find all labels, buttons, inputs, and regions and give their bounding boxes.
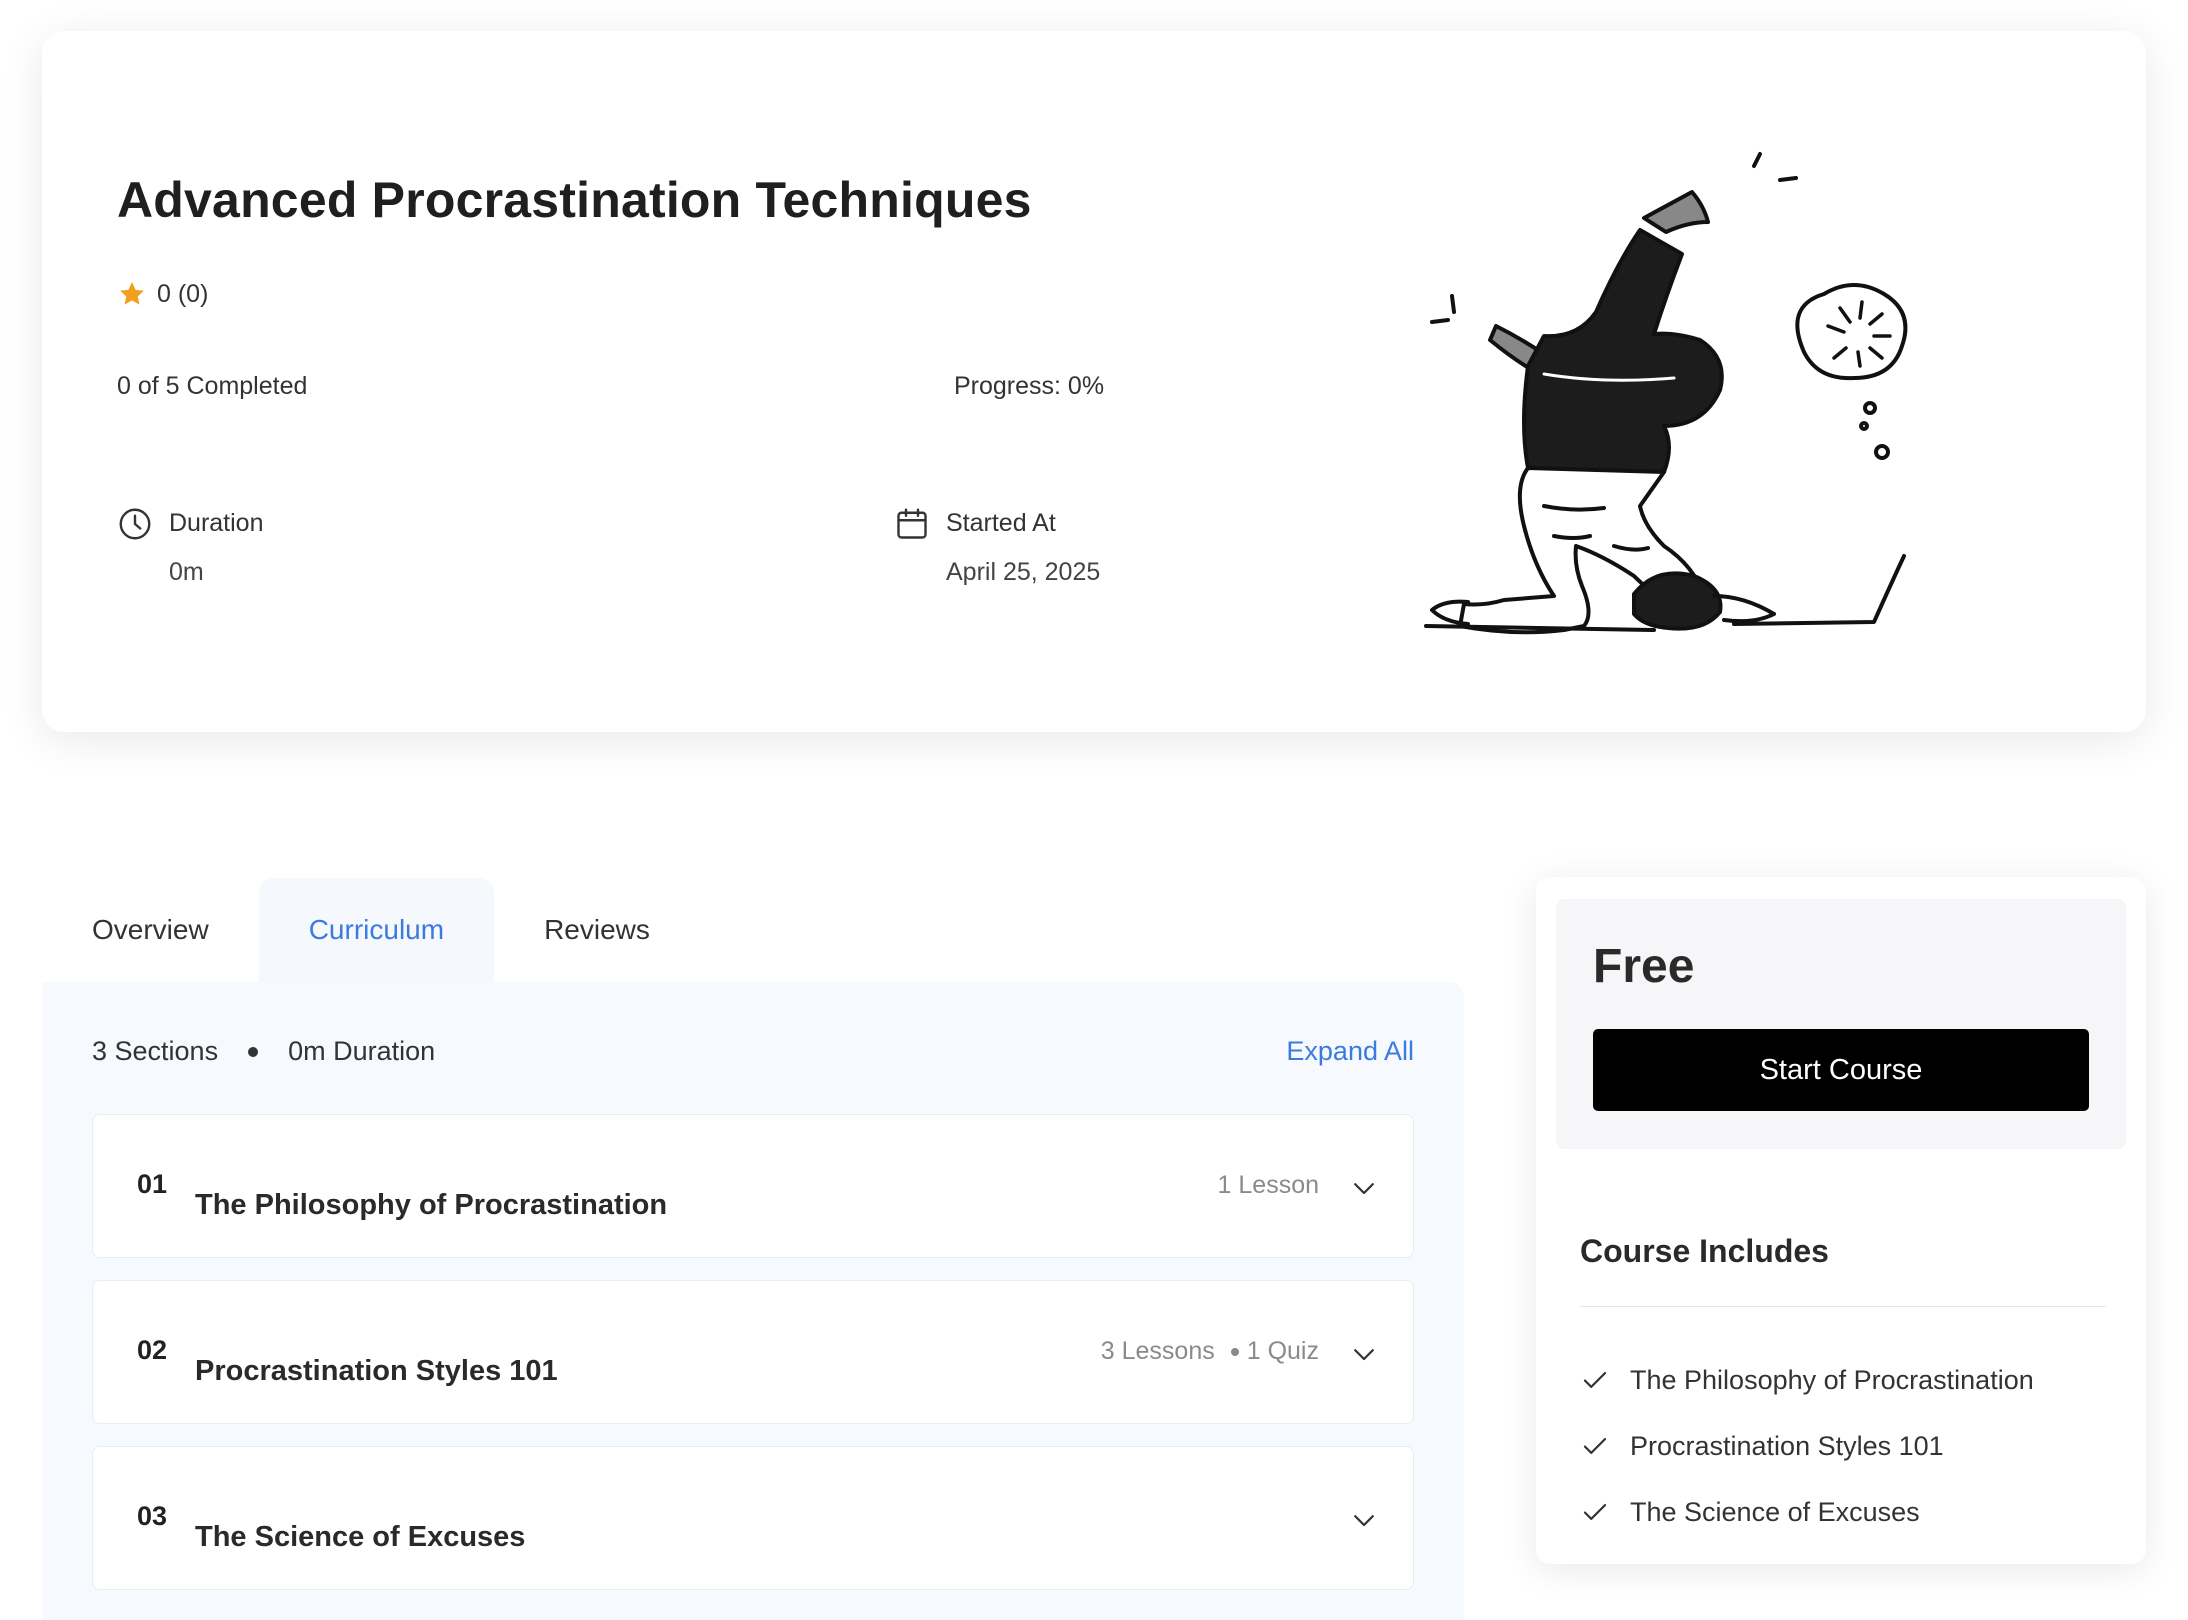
tab-curriculum[interactable]: Curriculum — [258, 878, 495, 982]
expand-all-link[interactable]: Expand All — [1286, 1036, 1414, 1067]
section-quiz-count: 1 Quiz — [1246, 1337, 1319, 1365]
section-lesson-count: 3 Lessons — [1100, 1337, 1215, 1365]
curriculum-duration: 0m Duration — [288, 1036, 436, 1066]
include-item-label: The Philosophy of Procrastination — [1630, 1364, 2034, 1395]
section-title: The Philosophy of Procrastination — [195, 1189, 668, 1221]
clock-icon — [119, 508, 151, 540]
section-meta: 1 Lesson — [1218, 1171, 1319, 1200]
course-price: Free — [1593, 940, 1695, 993]
section-number: 02 — [137, 1335, 168, 1365]
progress-text: Progress: 0% — [954, 372, 1105, 400]
rating-text: 0 (0) — [157, 279, 209, 308]
curriculum-section[interactable]: 02 Procrastination Styles 101 3 Lessons … — [92, 1280, 1414, 1424]
duration-label: Duration — [169, 509, 264, 537]
duration-block: Duration 0m — [117, 506, 264, 587]
enroll-sidebar: Free Start Course Course Includes The Ph… — [1536, 877, 2146, 1564]
course-includes-title: Course Includes — [1580, 1233, 1829, 1269]
course-tabs: Overview Curriculum Reviews — [42, 878, 700, 982]
section-lesson-count: 1 Lesson — [1217, 1171, 1319, 1199]
include-item-label: The Science of Excuses — [1630, 1496, 1920, 1527]
chevron-down-icon[interactable] — [1349, 1339, 1379, 1369]
section-title: The Science of Excuses — [195, 1521, 526, 1553]
completed-count: 0 of 5 Completed — [117, 372, 308, 400]
check-icon — [1583, 1438, 1607, 1454]
include-item-label: Procrastination Styles 101 — [1630, 1430, 1944, 1461]
course-rating: 0 (0) — [117, 279, 208, 309]
check-icon — [1583, 1372, 1607, 1388]
check-icon — [1583, 1504, 1607, 1520]
section-number: 03 — [137, 1501, 168, 1531]
separator-dot — [248, 1046, 259, 1057]
curriculum-panel: 3 Sections 0m Duration Expand All 01 The… — [42, 982, 1464, 1620]
chevron-down-icon[interactable] — [1349, 1505, 1379, 1535]
section-number: 01 — [137, 1169, 168, 1199]
include-item: Procrastination Styles 101 — [1580, 1413, 2034, 1479]
curriculum-section[interactable]: 01 The Philosophy of Procrastination 1 L… — [92, 1114, 1414, 1258]
section-meta: 3 Lessons 1 Quiz — [1101, 1337, 1319, 1366]
chevron-down-icon[interactable] — [1349, 1173, 1379, 1203]
start-course-button[interactable]: Start Course — [1593, 1029, 2089, 1111]
meta-separator-dot — [1230, 1347, 1239, 1356]
started-value: April 25, 2025 — [946, 558, 1101, 586]
sections-count: 3 Sections — [92, 1036, 219, 1066]
tab-overview[interactable]: Overview — [42, 878, 259, 982]
started-block: Started At April 25, 2025 — [894, 506, 1100, 587]
course-includes-list: The Philosophy of Procrastination Procra… — [1580, 1347, 2034, 1545]
started-label: Started At — [946, 509, 1056, 537]
include-item: The Science of Excuses — [1580, 1479, 2034, 1545]
include-item: The Philosophy of Procrastination — [1580, 1347, 2034, 1413]
calendar-icon — [897, 508, 927, 539]
curriculum-section[interactable]: 03 The Science of Excuses — [92, 1446, 1414, 1590]
course-title: Advanced Procrastination Techniques — [117, 172, 1032, 228]
divider — [1580, 1306, 2106, 1307]
tab-reviews[interactable]: Reviews — [494, 878, 700, 982]
price-box: Free Start Course — [1556, 899, 2126, 1149]
procrastination-illustration — [1424, 152, 1908, 635]
course-hero: Advanced Procrastination Techniques 0 (0… — [42, 31, 2146, 732]
duration-value: 0m — [169, 558, 204, 586]
section-title: Procrastination Styles 101 — [195, 1355, 558, 1387]
star-icon — [120, 282, 144, 305]
curriculum-summary: 3 Sections 0m Duration — [92, 1036, 435, 1067]
